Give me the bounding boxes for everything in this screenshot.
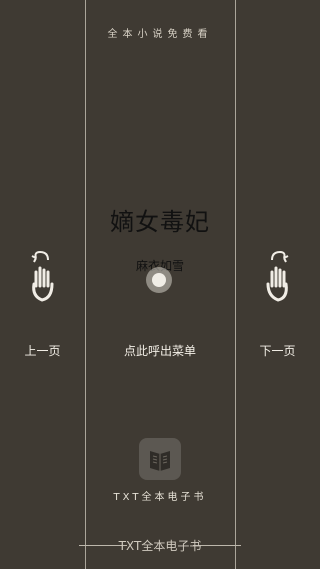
hand-swipe-left-icon — [31, 250, 54, 302]
app-title: 全本小说免费看 — [107, 29, 213, 40]
hand-swipe-right-icon — [266, 250, 289, 302]
tap-indicator-dot — [152, 273, 166, 287]
brand-caption: TXT全本电子书 — [113, 492, 207, 503]
book-logo-icon — [139, 438, 181, 480]
right-divider — [235, 0, 236, 569]
footer-text: TXT全本电子书 — [118, 539, 202, 553]
prev-page-button[interactable]: 上一页 — [0, 342, 85, 359]
open-menu-button[interactable]: 点此呼出菜单 — [85, 342, 235, 359]
next-page-button[interactable]: 下一页 — [235, 342, 320, 359]
book-logo-glyph — [150, 451, 170, 471]
left-divider — [85, 0, 86, 569]
book-title: 嫡女毒妃 — [110, 208, 210, 236]
